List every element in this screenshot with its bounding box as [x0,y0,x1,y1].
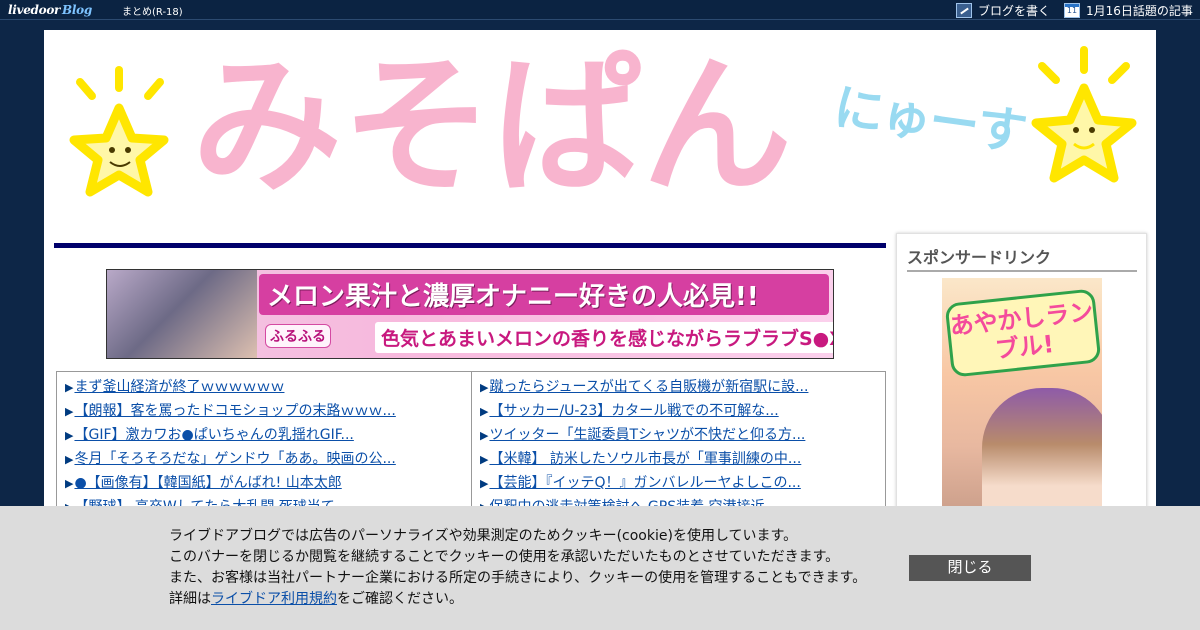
ad-game-logo: あやかしランブル! [944,288,1102,378]
list-item[interactable]: ▶まず釜山経済が終了ｗｗｗｗｗｗ [65,375,463,399]
related-links-table: ▶まず釜山経済が終了ｗｗｗｗｗｗ ▶【朗報】客を罵ったドコモショップの末路ｗｗｗ… [56,371,886,521]
blog-title: みそぱん [192,40,793,214]
arrow-right-icon: ▶ [65,381,74,394]
right-star-icon [1031,46,1137,183]
arrow-right-icon: ▶ [65,453,74,466]
blog-header-banner[interactable]: みそぱん にゅーす [44,30,1156,230]
arrow-right-icon: ▶ [480,453,489,466]
write-blog-label: ブログを書く [978,3,1051,18]
write-blog-link[interactable]: ブログを書く [956,1,1050,19]
matome-link[interactable]: まとめ(R-18) [122,3,183,18]
list-item[interactable]: ▶冬月「そろそろだな」ゲンドウ「ああ。映画の公... [65,447,463,471]
trending-label: 1月16日話題の記事 [1086,3,1193,18]
calendar-icon: 11 [1064,2,1080,18]
article-link[interactable]: ツイッター「生誕委員Tシャツが不快だと仰る方... [489,427,805,443]
cookie-notice-text: ライブドアブログでは広告のパーソナライズや効果測定のためクッキー(cookie)… [169,526,889,610]
arrow-right-icon: ▶ [65,477,74,490]
arrow-right-icon: ▶ [480,477,489,490]
article-link[interactable]: 【米韓】 訪米したソウル市長が「軍事訓練の中... [489,451,801,467]
terms-link[interactable]: ライブドア利用規約 [211,591,337,607]
cookie-line-4: 詳細はライブドア利用規約をご確認ください。 [169,589,889,610]
ad-headline: メロン果汁と濃厚オナニー好きの人必見!! [259,274,829,315]
ad-subline: 色気とあまいメロンの香りを感じながらラブラブS●X♥ [375,322,833,353]
cookie-line-3: また、お客様は当社パートナー企業における所定の手続きにより、クッキーの使用を管理… [169,570,867,586]
pen-icon [956,2,972,18]
cookie-line-1: ライブドアブログでは広告のパーソナライズや効果測定のためクッキー(cookie)… [169,528,798,544]
cookie-line-4-suffix: をご確認ください。 [337,591,463,607]
ad-character-image [982,388,1102,518]
article-link[interactable]: 蹴ったらジュースが出てくる自販機が新宿駅に設... [489,379,808,395]
ad-banner[interactable]: メロン果汁と濃厚オナニー好きの人必見!! ふるふる 色気とあまいメロンの香りを感… [106,269,834,359]
livedoor-blog-logo[interactable]: livedoor Blog [8,1,92,19]
logo-text: livedoor [8,3,61,17]
sidebar-ad[interactable]: あやかしランブル! [942,278,1102,518]
cookie-consent-banner: ライブドアブログでは広告のパーソナライズや効果測定のためクッキー(cookie)… [0,506,1200,630]
arrow-right-icon: ▶ [65,429,74,442]
article-link[interactable]: 【芸能】『イッテQ！』ガンバレルーヤよしこの... [489,475,800,491]
left-star-icon [69,66,169,197]
logo-blog-text: Blog [62,3,92,17]
list-item[interactable]: ▶【芸能】『イッテQ！』ガンバレルーヤよしこの... [480,471,877,495]
article-link[interactable]: 【朗報】客を罵ったドコモショップの末路ｗｗｗ... [74,403,395,419]
list-item[interactable]: ▶【朗報】客を罵ったドコモショップの末路ｗｗｗ... [65,399,463,423]
top-bar: livedoor Blog まとめ(R-18) ブログを書く 11 1月16日話… [0,0,1200,20]
article-link[interactable]: 冬月「そろそろだな」ゲンドウ「ああ。映画の公... [74,451,395,467]
list-item[interactable]: ▶【サッカー/U-23】カタール戦での不可解な... [480,399,877,423]
close-button[interactable]: 閉じる [909,555,1031,581]
arrow-right-icon: ▶ [480,429,489,442]
list-item[interactable]: ▶【GIF】激カワお●ぱいちゃんの乳揺れGIF... [65,423,463,447]
list-item[interactable]: ▶蹴ったらジュースが出てくる自販機が新宿駅に設... [480,375,877,399]
article-link[interactable]: ●【画像有】【韓国紙】がんばれ! 山本太郎 [74,475,341,491]
list-item[interactable]: ▶●【画像有】【韓国紙】がんばれ! 山本太郎 [65,471,463,495]
arrow-right-icon: ▶ [480,381,489,394]
header-divider [54,243,886,248]
trending-articles-link[interactable]: 11 1月16日話題の記事 [1064,1,1193,19]
links-column-right: ▶蹴ったらジュースが出てくる自販機が新宿駅に設... ▶【サッカー/U-23】カ… [471,372,885,520]
ad-character-image [107,270,257,358]
arrow-right-icon: ▶ [65,405,74,418]
sponsored-links-heading: スポンサードリンク [907,244,1137,272]
ad-game-logo: ふるふる [265,324,331,348]
article-link[interactable]: 【サッカー/U-23】カタール戦での不可解な... [489,403,778,419]
arrow-right-icon: ▶ [480,405,489,418]
cookie-line-4-prefix: 詳細は [169,591,211,607]
article-link[interactable]: 【GIF】激カワお●ぱいちゃんの乳揺れGIF... [74,427,353,443]
links-column-left: ▶まず釜山経済が終了ｗｗｗｗｗｗ ▶【朗報】客を罵ったドコモショップの末路ｗｗｗ… [57,372,471,520]
list-item[interactable]: ▶【米韓】 訪米したソウル市長が「軍事訓練の中... [480,447,877,471]
article-link[interactable]: まず釜山経済が終了ｗｗｗｗｗｗ [74,379,284,395]
cookie-line-2: このバナーを閉じるか閲覧を継続することでクッキーの使用を承認いただいたものとさせ… [169,549,840,565]
list-item[interactable]: ▶ツイッター「生誕委員Tシャツが不快だと仰る方... [480,423,877,447]
